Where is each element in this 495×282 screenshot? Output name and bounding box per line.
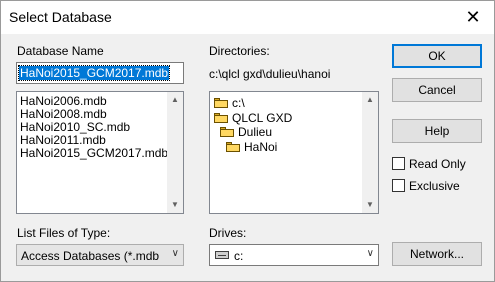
file-list-items: HaNoi2006.mdb HaNoi2008.mdb HaNoi2010_SC… [17,92,183,160]
title-bar[interactable]: Select Database ✕ [1,1,494,34]
open-folder-icon [220,127,234,137]
tree-item-root[interactable]: c:\ [214,96,245,110]
tree-item-qlcl-gxd[interactable]: QLCL GXD [214,111,292,125]
tree-item-hanoi[interactable]: HaNoi [226,140,277,154]
chevron-down-icon: ∨ [171,248,179,259]
exclusive-checkbox[interactable] [392,179,405,192]
tree-item-label: c:\ [232,96,245,110]
drive-icon [215,251,229,259]
scroll-down-icon[interactable]: ▼ [167,197,183,213]
list-item[interactable]: HaNoi2015_GCM2017.mdb [17,147,183,160]
scroll-down-icon[interactable]: ▼ [362,197,378,213]
scroll-up-icon[interactable]: ▲ [362,92,378,108]
current-path: c:\qlcl gxd\dulieu\hanoi [209,67,331,81]
tree-item-label: HaNoi [244,140,278,154]
close-icon[interactable]: ✕ [456,4,490,30]
open-folder-icon [214,113,228,123]
read-only-label: Read Only [409,157,466,171]
drives-select[interactable]: c: ∨ [209,244,379,266]
database-name-value: HaNoi2015_GCM2017.mdb [17,65,171,81]
ok-button[interactable]: OK [392,44,482,68]
select-database-dialog: Select Database ✕ Database Name HaNoi201… [0,0,495,282]
scroll-up-icon[interactable]: ▲ [167,92,183,108]
directories-label: Directories: [209,44,270,58]
file-type-select[interactable]: Access Databases (*.mdb ∨ [16,244,184,266]
file-type-label: List Files of Type: [17,226,111,240]
tree-item-label: Dulieu [238,125,273,139]
drives-value: c: [234,249,244,263]
database-name-label: Database Name [17,44,104,58]
database-file-list[interactable]: HaNoi2006.mdb HaNoi2008.mdb HaNoi2010_SC… [16,91,184,214]
tree-item-dulieu[interactable]: Dulieu [220,125,272,139]
exclusive-label: Exclusive [409,179,460,193]
open-folder-icon [226,142,240,152]
tree-item-label: QLCL GXD [232,111,293,125]
read-only-checkbox[interactable] [392,157,405,170]
directory-tree[interactable]: c:\ QLCL GXD Dulieu HaNoi ▲ ▼ [209,91,379,214]
file-list-scrollbar[interactable]: ▲ ▼ [167,92,183,213]
network-button[interactable]: Network... [392,242,482,266]
help-button[interactable]: Help [392,119,482,143]
cancel-button[interactable]: Cancel [392,78,482,102]
database-name-input[interactable]: HaNoi2015_GCM2017.mdb [16,62,184,84]
open-folder-icon [214,98,228,108]
file-type-value: Access Databases (*.mdb [21,249,160,263]
chevron-down-icon: ∨ [366,248,374,259]
window-title: Select Database [9,9,112,25]
directory-tree-scrollbar[interactable]: ▲ ▼ [362,92,378,213]
drives-label: Drives: [209,226,247,240]
